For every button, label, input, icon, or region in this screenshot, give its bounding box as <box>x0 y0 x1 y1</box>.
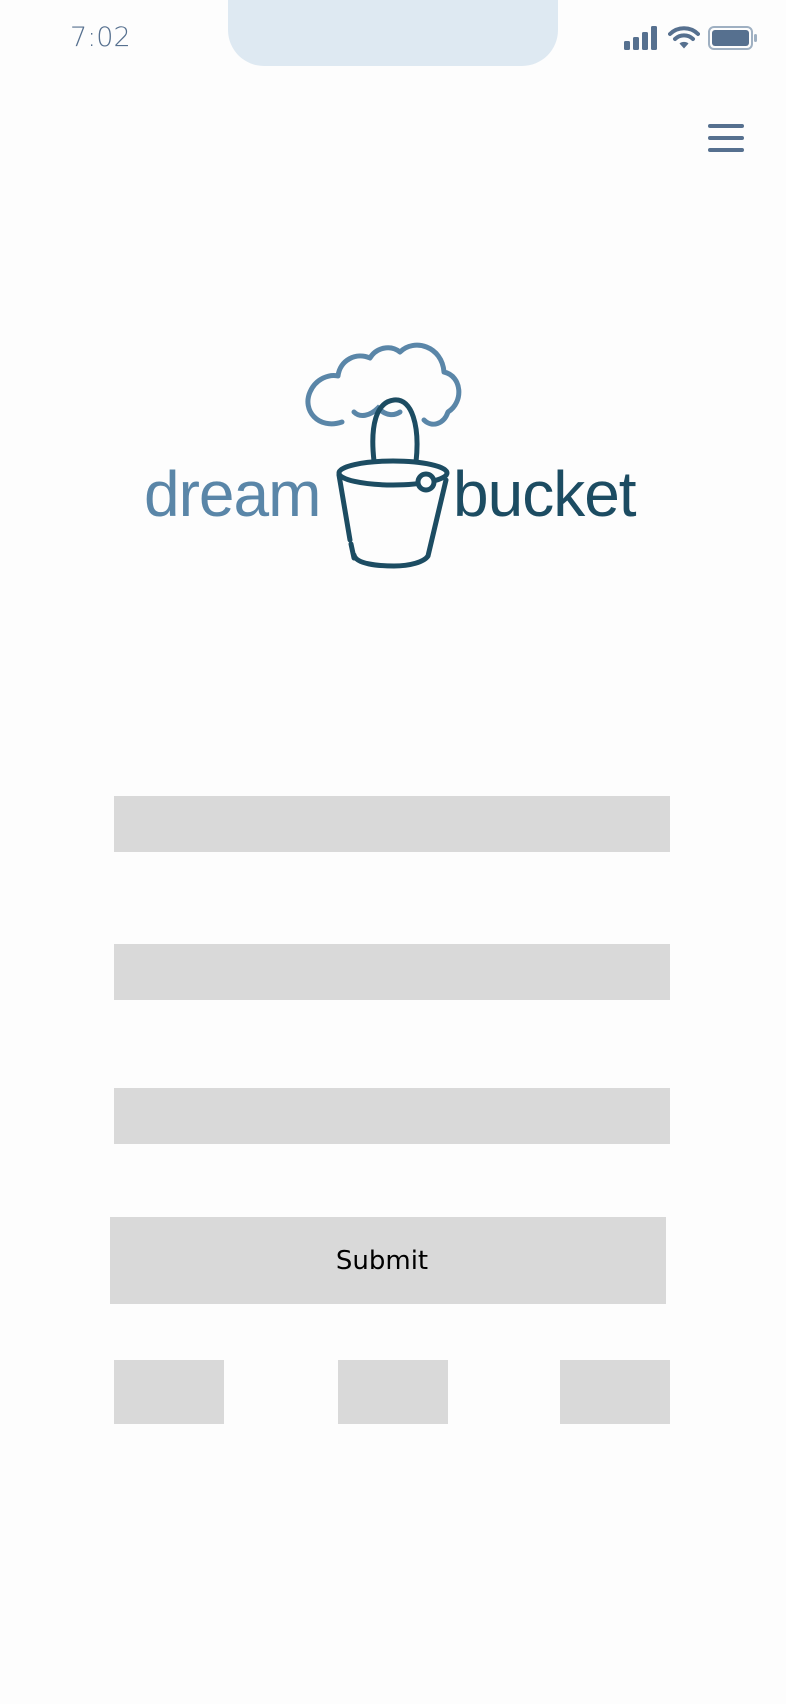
secondary-button-1[interactable] <box>114 1360 224 1424</box>
dream-bucket-logo: dream bucket <box>140 330 660 580</box>
submit-button[interactable]: Submit <box>110 1217 666 1304</box>
form-field-3[interactable] <box>114 1088 670 1144</box>
battery-icon <box>708 26 757 50</box>
form-field-2[interactable] <box>114 944 670 1000</box>
device-notch <box>228 0 558 66</box>
hamburger-menu-icon[interactable] <box>708 124 744 154</box>
wifi-icon <box>668 26 700 49</box>
signal-icon <box>624 26 657 50</box>
status-time: 7:02 <box>70 22 131 53</box>
secondary-button-3[interactable] <box>560 1360 670 1424</box>
logo-word-bucket: bucket <box>453 458 637 530</box>
cloud-bucket-icon <box>305 342 462 569</box>
secondary-button-2[interactable] <box>338 1360 448 1424</box>
form-field-1[interactable] <box>114 796 670 852</box>
